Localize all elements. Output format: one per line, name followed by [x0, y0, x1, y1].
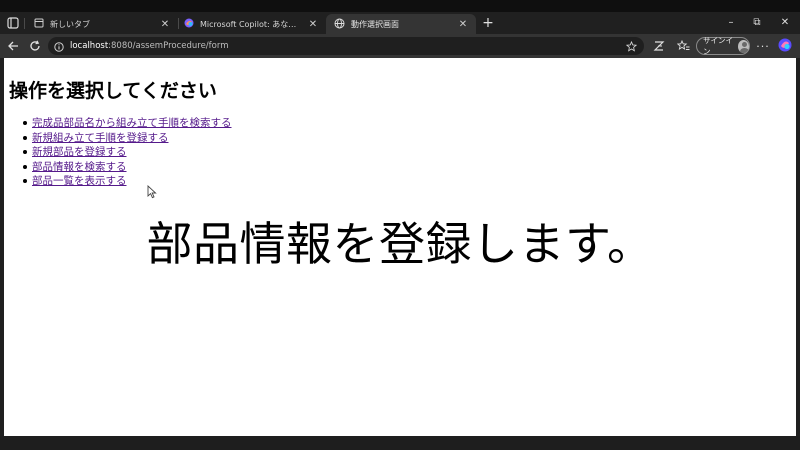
link-list-parts[interactable]: 部品一覧を表示する	[32, 175, 127, 187]
tab-actions-icon[interactable]	[4, 15, 22, 31]
close-tab-icon[interactable]: ✕	[308, 19, 318, 30]
close-tab-icon[interactable]: ✕	[160, 19, 170, 30]
list-item: 部品一覧を表示する	[23, 174, 232, 189]
page-title: 操作を選択してください	[9, 80, 217, 102]
tab-action-select[interactable]: 動作選択画面 ✕	[326, 14, 476, 34]
extension-icon	[653, 37, 665, 56]
more-dots-icon: ···	[756, 39, 770, 53]
tab-title: Microsoft Copilot: あなたの AI アシ	[200, 19, 302, 29]
info-icon[interactable]	[54, 37, 64, 56]
back-arrow-icon	[7, 37, 19, 56]
browser-toolbar: localhost:8080/assemProcedure/form サインイン…	[0, 34, 800, 58]
address-bar[interactable]: localhost:8080/assemProcedure/form	[48, 37, 644, 55]
copilot-icon	[778, 37, 792, 56]
status-message: 部品情報を登録します。	[146, 217, 654, 271]
back-button[interactable]	[4, 37, 22, 55]
close-window-button[interactable]: ✕	[772, 14, 798, 32]
extensions-button[interactable]	[650, 37, 668, 55]
page-viewport: 操作を選択してください 完成品部品名から組み立て手順を検索する 新規組み立て手順…	[4, 58, 796, 436]
favorites-button[interactable]	[674, 37, 692, 55]
globe-icon	[334, 18, 345, 31]
action-menu-list: 完成品部品名から組み立て手順を検索する 新規組み立て手順を登録する 新規部品を登…	[23, 116, 232, 189]
mouse-cursor-icon	[147, 184, 159, 199]
url-text: localhost:8080/assemProcedure/form	[70, 41, 228, 51]
tab-strip: 新しいタブ ✕ Microsoft Copilot: あなたの AI アシ ✕ …	[0, 12, 800, 34]
list-item: 完成品部品名から組み立て手順を検索する	[23, 116, 232, 131]
more-menu-button[interactable]: ···	[754, 37, 772, 55]
window-bottom-edge	[0, 436, 800, 450]
window-top-edge	[0, 0, 800, 12]
tab-title: 動作選択画面	[351, 19, 399, 29]
signin-button[interactable]: サインイン	[696, 36, 750, 56]
favorite-star-icon[interactable]	[624, 39, 638, 53]
link-register-assembly-procedure[interactable]: 新規組み立て手順を登録する	[32, 132, 169, 144]
reload-icon	[29, 37, 41, 56]
avatar-icon	[738, 39, 749, 53]
list-item: 新規部品を登録する	[23, 145, 232, 160]
restore-button[interactable]: ⧉	[744, 14, 770, 32]
favorites-icon	[676, 37, 690, 56]
page-icon	[34, 18, 44, 30]
url-host: localhost	[70, 41, 109, 51]
signin-label: サインイン	[703, 36, 733, 56]
new-tab-button[interactable]: +	[480, 14, 496, 32]
tab-copilot[interactable]: Microsoft Copilot: あなたの AI アシ ✕	[176, 14, 326, 34]
tab-title: 新しいタブ	[50, 19, 90, 29]
link-search-assembly-procedure[interactable]: 完成品部品名から組み立て手順を検索する	[32, 117, 232, 129]
reload-button[interactable]	[26, 37, 44, 55]
link-search-part-info[interactable]: 部品情報を検索する	[32, 161, 127, 173]
list-item: 部品情報を検索する	[23, 160, 232, 175]
link-register-part[interactable]: 新規部品を登録する	[32, 146, 127, 158]
url-path: :8080/assemProcedure/form	[108, 41, 229, 51]
close-tab-icon[interactable]: ✕	[458, 19, 468, 30]
list-item: 新規組み立て手順を登録する	[23, 131, 232, 146]
tab-new-tab[interactable]: 新しいタブ ✕	[26, 14, 178, 34]
minimize-button[interactable]: –	[718, 14, 744, 32]
copilot-icon	[184, 18, 194, 30]
copilot-button[interactable]	[776, 37, 794, 55]
tab-separator	[24, 18, 25, 29]
